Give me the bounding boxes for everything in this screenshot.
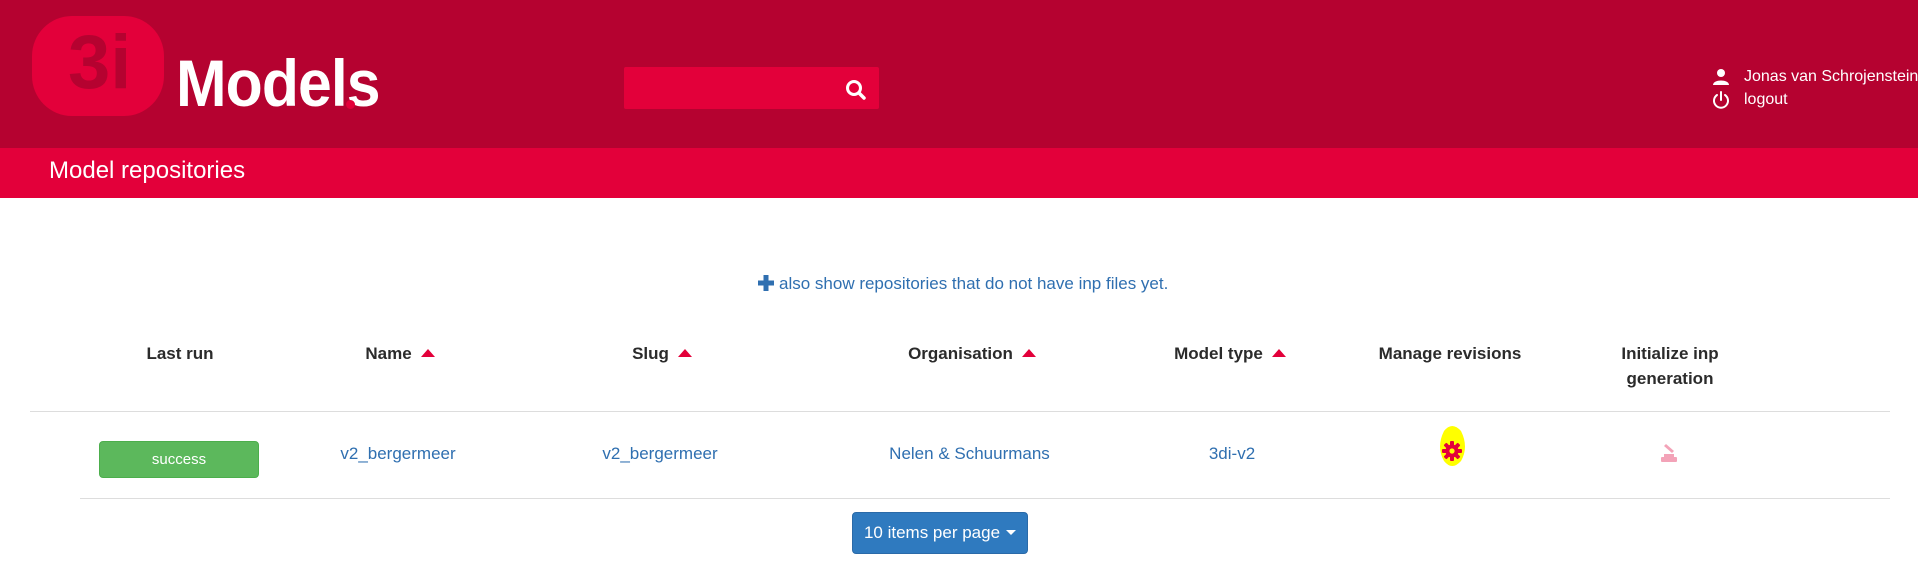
items-per-page-label[interactable]: 10 items per page bbox=[864, 523, 1000, 542]
column-header-organisation[interactable]: Organisation bbox=[892, 344, 1052, 364]
caret-down-icon bbox=[1006, 530, 1017, 535]
column-header-last-run: Last run bbox=[146, 344, 214, 363]
sort-arrow-icon[interactable] bbox=[420, 349, 435, 357]
user-icon bbox=[1713, 69, 1729, 85]
search-icon[interactable] bbox=[838, 75, 874, 103]
logout-label[interactable]: logout bbox=[1744, 91, 1788, 109]
init-inp-icon[interactable] bbox=[1658, 442, 1680, 464]
show-all-label[interactable]: also show repositories that do not have … bbox=[779, 274, 1168, 293]
column-header-manage-revisions: Manage revisions bbox=[1378, 344, 1522, 363]
search-input[interactable] bbox=[624, 67, 824, 109]
gear-icon[interactable] bbox=[1436, 423, 1468, 469]
user-name[interactable]: Jonas van Schrojenstein bbox=[1744, 68, 1918, 86]
sort-arrow-icon[interactable] bbox=[1021, 349, 1036, 357]
column-header-name[interactable]: Name bbox=[340, 344, 460, 364]
column-header-model-type[interactable]: Model type bbox=[1160, 344, 1300, 364]
repository-name-link[interactable]: v2_bergermeer bbox=[318, 444, 478, 464]
show-all-repositories-link[interactable]: also show repositories that do not have … bbox=[758, 274, 1168, 294]
table-header-divider bbox=[30, 411, 1890, 412]
logo-dot bbox=[346, 100, 355, 109]
sort-arrow-icon[interactable] bbox=[677, 349, 692, 357]
items-per-page-dropdown[interactable]: 10 items per page bbox=[852, 512, 1028, 554]
organisation-link[interactable]: Nelen & Schuurmans bbox=[862, 444, 1077, 464]
page-title: Model repositories bbox=[49, 157, 246, 184]
plus-icon bbox=[758, 275, 774, 291]
sort-arrow-icon[interactable] bbox=[1271, 349, 1286, 357]
power-icon bbox=[1713, 91, 1729, 109]
column-header-slug[interactable]: Slug bbox=[602, 344, 722, 364]
status-badge: success bbox=[99, 441, 259, 478]
model-type-link[interactable]: 3di-v2 bbox=[1182, 444, 1282, 464]
repository-slug-link[interactable]: v2_bergermeer bbox=[580, 444, 740, 464]
top-header: 3i Models Jonas van Schrojenstein logout bbox=[0, 0, 1918, 148]
page-title-bar: Model repositories bbox=[0, 148, 1918, 198]
logo-mark-text: 3i bbox=[68, 20, 131, 105]
column-header-initialize-inp: Initialize inp generation bbox=[1621, 344, 1719, 388]
table-row-divider bbox=[80, 498, 1890, 499]
logo-mark: 3i bbox=[32, 16, 164, 116]
